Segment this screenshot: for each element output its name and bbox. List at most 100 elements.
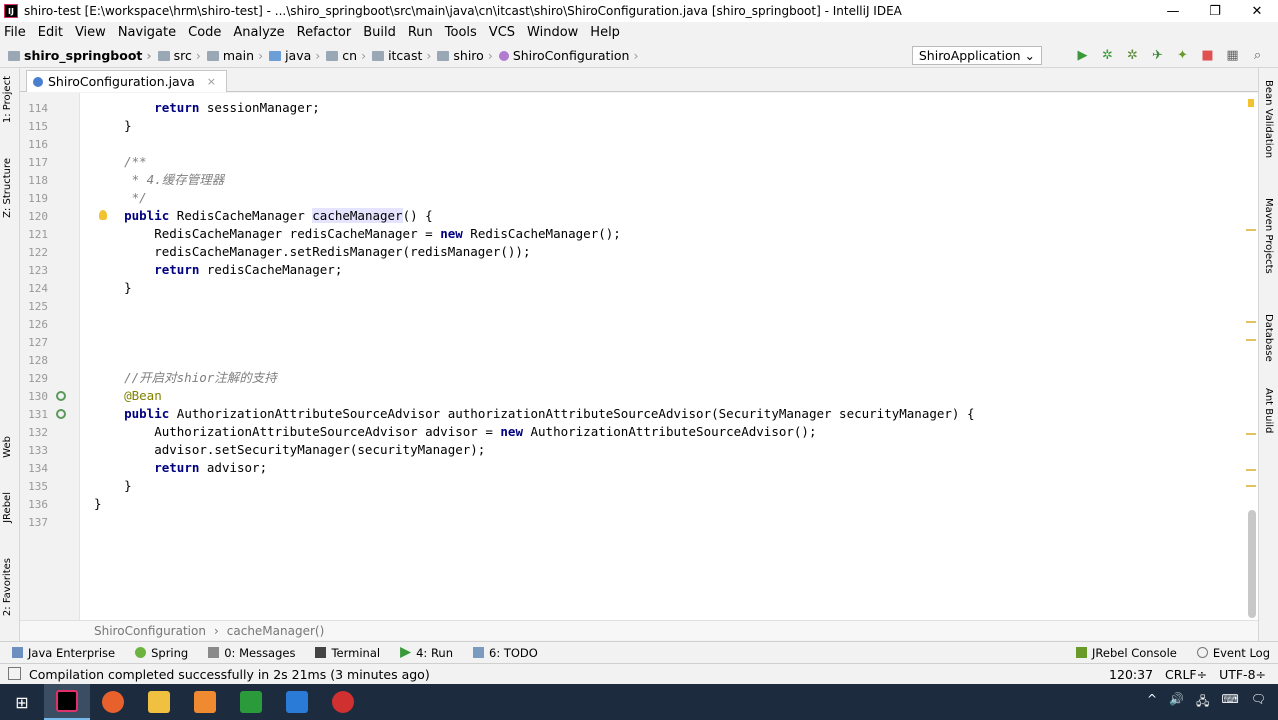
menu-navigate[interactable]: Navigate [118,25,176,40]
marker[interactable] [1246,469,1256,471]
code-line[interactable]: RedisCacheManager redisCacheManager = ne… [94,225,621,243]
nav-itcast[interactable]: itcast › [372,48,431,63]
nav-main[interactable]: main › [206,48,263,63]
tw-terminal[interactable]: Terminal [315,646,380,660]
tw-todo[interactable]: 6: TODO [473,646,538,660]
run-configuration-select[interactable]: ShiroApplication ⌄ [911,46,1042,65]
tab-database[interactable]: Database [1263,314,1274,362]
menu-view[interactable]: View [75,25,106,40]
notification-icon[interactable]: 🗨 [1251,692,1266,713]
network-icon[interactable]: 🖧 [1196,692,1209,713]
tab-favorites[interactable]: 2: Favorites [2,558,13,616]
menu-file[interactable]: File [4,25,26,40]
tw-event-log[interactable]: Event Log [1196,646,1270,660]
code-line[interactable]: /** [94,153,147,171]
menu-tools[interactable]: Tools [445,25,477,40]
debug-icon[interactable]: ✲ [1095,48,1120,63]
tw-spring[interactable]: Spring [135,646,188,660]
code-line[interactable]: return redisCacheManager; [94,261,342,279]
search-icon[interactable]: ⌕ [1245,48,1270,63]
code-line[interactable]: public AuthorizationAttributeSourceAdvis… [94,405,974,423]
crumb-class[interactable]: ShiroConfiguration [94,624,206,638]
menu-refactor[interactable]: Refactor [297,25,352,40]
jrebel-icon[interactable]: ✦ [1170,48,1195,63]
menu-help[interactable]: Help [590,25,620,40]
run-icon[interactable]: ▶ [1070,48,1095,63]
taskbar-intellij[interactable] [44,684,90,720]
close-button[interactable]: ✕ [1236,4,1278,19]
close-tab-icon[interactable]: × [207,75,216,88]
volume-icon[interactable]: 🔊 [1169,692,1184,713]
tab-structure[interactable]: Z: Structure [2,158,13,218]
crumb-method[interactable]: cacheManager() [227,624,325,638]
code-line[interactable]: AuthorizationAttributeSourceAdvisor advi… [94,423,816,441]
nav-java[interactable]: java › [269,48,320,63]
menu-code[interactable]: Code [188,25,221,40]
taskbar-app-blue[interactable] [274,684,320,720]
line-separator[interactable]: CRLF÷ [1165,667,1207,682]
menu-run[interactable]: Run [408,25,433,40]
code-line[interactable]: redisCacheManager.setRedisManager(redisM… [94,243,530,261]
keyboard-icon[interactable]: ⌨ [1221,692,1238,713]
tab-ant-build[interactable]: Ant Build [1263,388,1274,433]
taskbar-app-green[interactable] [228,684,274,720]
menu-vcs[interactable]: VCS [489,25,515,40]
code-line[interactable]: //开启对shior注解的支持 [94,369,277,387]
taskbar-app-orange[interactable] [182,684,228,720]
lightbulb-icon[interactable] [99,210,107,220]
stop-icon[interactable]: ■ [1195,48,1220,63]
nav-class[interactable]: ShiroConfiguration › [498,48,638,63]
minimize-button[interactable]: — [1152,4,1194,19]
tw-java-enterprise[interactable]: Java Enterprise [12,646,115,660]
code-line[interactable]: } [94,279,132,297]
code-line[interactable]: } [94,117,132,135]
restore-button[interactable]: ❐ [1194,4,1236,19]
marker[interactable] [1246,339,1256,341]
project-structure-icon[interactable]: ▦ [1220,48,1245,63]
code-line[interactable]: return advisor; [94,459,267,477]
tab-maven-projects[interactable]: Maven Projects [1263,198,1274,274]
tab-jrebel[interactable]: JRebel [2,492,13,523]
nav-src[interactable]: src › [157,48,201,63]
start-button[interactable]: ⊞ [0,684,44,720]
spring-bean-icon[interactable] [56,391,66,401]
code-line[interactable]: } [94,477,132,495]
code-line[interactable]: public RedisCacheManager cacheManager() … [94,207,433,225]
spring-bean-icon[interactable] [56,409,66,419]
caret-position[interactable]: 120:37 [1109,667,1153,682]
code-line[interactable]: */ [94,189,147,207]
warning-marker[interactable] [1248,99,1254,107]
code-editor[interactable]: 114 115 116 117 118 119 120 121 122 123 124 125 126 1… [20,93,1258,620]
nav-project[interactable]: shiro_springboot › [8,48,152,63]
build-icon[interactable]: ✈ [1145,48,1170,63]
menu-window[interactable]: Window [527,25,578,40]
tab-project[interactable]: 1: Project [2,76,13,123]
menu-build[interactable]: Build [363,25,396,40]
tw-messages[interactable]: 0: Messages [208,646,295,660]
marker[interactable] [1246,321,1256,323]
tray-chevron-icon[interactable]: ^ [1147,692,1157,713]
taskbar-explorer[interactable] [136,684,182,720]
tab-bean-validation[interactable]: Bean Validation [1263,80,1274,158]
marker[interactable] [1246,433,1256,435]
tab-web[interactable]: Web [2,436,13,458]
coverage-icon[interactable]: ✲ [1120,48,1145,63]
marker[interactable] [1246,229,1256,231]
code-line[interactable]: return sessionManager; [94,99,320,117]
taskbar-app-red[interactable] [320,684,366,720]
code-line[interactable]: * 4.缓存管理器 [94,171,225,189]
tw-run[interactable]: 4: Run [400,646,453,660]
code-line[interactable]: @Bean [94,387,162,405]
tab-shiro-configuration[interactable]: ShiroConfiguration.java × [26,70,227,92]
code-line[interactable]: advisor.setSecurityManager(securityManag… [94,441,485,459]
nav-shiro[interactable]: shiro › [437,48,493,63]
menu-analyze[interactable]: Analyze [233,25,284,40]
marker[interactable] [1246,485,1256,487]
tw-jrebel-console[interactable]: JRebel Console [1076,646,1177,660]
code-line[interactable]: } [94,495,102,513]
menu-edit[interactable]: Edit [38,25,63,40]
nav-cn[interactable]: cn › [326,48,366,63]
editor-scrollbar[interactable] [1248,510,1256,618]
file-encoding[interactable]: UTF-8÷ [1219,667,1266,682]
taskbar-firefox[interactable] [90,684,136,720]
